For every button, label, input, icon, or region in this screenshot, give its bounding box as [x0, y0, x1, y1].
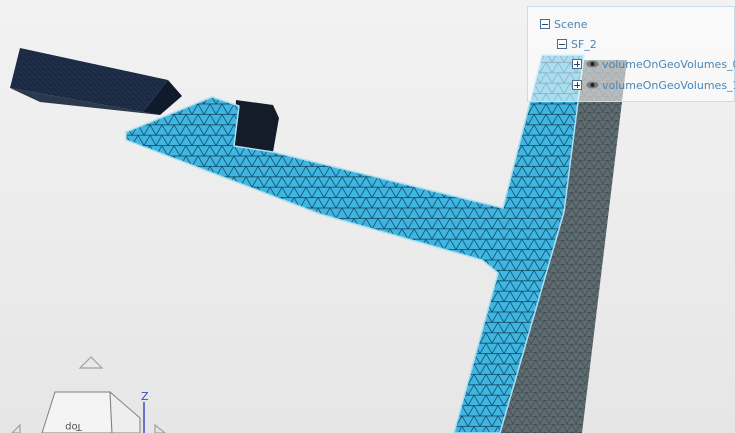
- collapse-icon[interactable]: [540, 19, 550, 29]
- view-cube[interactable]: Z Top: [11, 356, 166, 433]
- tree-node-volume-0[interactable]: volumeOnGeoVolumes_0: [572, 57, 735, 71]
- cyan-meshed-part[interactable]: [125, 54, 585, 433]
- view-right-arrow[interactable]: [154, 423, 166, 433]
- scene-tree-panel: Scene SF_2 volumeOnGeoVolumes_0 volumeOn…: [527, 6, 735, 102]
- eye-icon[interactable]: [586, 60, 599, 68]
- view-up-arrow[interactable]: [78, 356, 104, 369]
- z-axis-label: Z: [141, 390, 149, 403]
- view-cube-side-face[interactable]: [109, 390, 141, 433]
- dark-side-block[interactable]: [234, 100, 279, 152]
- tree-label-sf2: SF_2: [571, 37, 597, 51]
- tree-node-sf2[interactable]: SF_2: [557, 37, 597, 51]
- tree-label-volume: volumeOnGeoVolumes_0: [602, 57, 735, 71]
- view-left-arrow[interactable]: [11, 423, 21, 433]
- dark-block-solid[interactable]: [10, 48, 182, 115]
- eye-icon[interactable]: [586, 81, 599, 89]
- tree-node-volume-1[interactable]: volumeOnGeoVolumes_1: [572, 78, 735, 92]
- tree-label-scene: Scene: [554, 17, 588, 31]
- expand-icon[interactable]: [572, 59, 582, 69]
- tree-label-volume: volumeOnGeoVolumes_1: [602, 78, 735, 92]
- collapse-icon[interactable]: [557, 39, 567, 49]
- tree-node-scene[interactable]: Scene: [540, 17, 588, 31]
- view-cube-face-label: Top: [65, 421, 83, 432]
- expand-icon[interactable]: [572, 80, 582, 90]
